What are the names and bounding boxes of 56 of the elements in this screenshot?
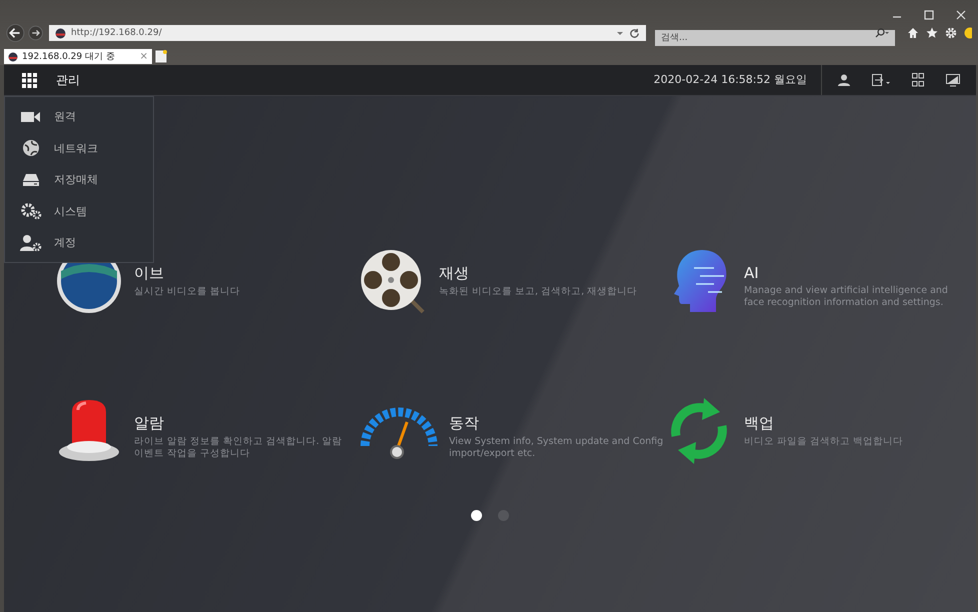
menu-item-label: 시스템 xyxy=(54,204,87,219)
globe-icon xyxy=(20,139,42,158)
refresh-icon[interactable] xyxy=(629,28,640,38)
tile-title[interactable]: 재생 xyxy=(439,264,469,283)
browser-tab[interactable]: 192.168.0.29 대기 중 × xyxy=(4,49,152,64)
new-tab-icon[interactable] xyxy=(155,50,167,63)
settings-icon[interactable] xyxy=(945,27,957,39)
tile-description: View System info, System update and Config import/export etc. xyxy=(449,436,664,460)
header-title[interactable]: 관리 xyxy=(56,72,80,88)
tab-close-button[interactable]: × xyxy=(140,51,148,62)
tile-description: 비디오 파일을 검색하고 백업합니다 xyxy=(744,436,904,448)
menu-item[interactable]: 원격 xyxy=(5,101,153,132)
tile-title[interactable]: 이브 xyxy=(134,264,164,283)
menu-item-label: 계정 xyxy=(54,235,76,250)
gears-icon xyxy=(20,202,42,220)
tile-title[interactable]: 동작 xyxy=(449,414,479,433)
caret-icon[interactable] xyxy=(616,29,624,37)
tile-title[interactable]: 알람 xyxy=(134,414,164,433)
tile-description: Manage and view artificial intelligence and face recognition information and settings. xyxy=(744,285,949,309)
address-bar[interactable]: http://192.168.0.29/ xyxy=(49,25,646,41)
video-camera-icon xyxy=(20,110,42,124)
star-icon[interactable] xyxy=(926,27,938,39)
menu-item-label: 저장매체 xyxy=(54,172,98,188)
menu-item[interactable]: 시스템 xyxy=(5,196,153,227)
grid-menu-icon[interactable] xyxy=(22,72,37,88)
page-dot[interactable] xyxy=(471,510,482,521)
url-text: http://192.168.0.29/ xyxy=(71,28,162,38)
qr-code-icon[interactable] xyxy=(912,73,924,87)
menu-item[interactable]: 계정 xyxy=(5,227,153,258)
home-icon[interactable] xyxy=(907,27,919,39)
tile-description: 녹화된 비디오를 보고, 검색하고, 재생합니다 xyxy=(439,286,638,298)
tile-title[interactable]: 백업 xyxy=(744,414,774,433)
globe-icon xyxy=(55,28,66,38)
monitor-icon[interactable] xyxy=(946,74,960,86)
menu-item-label: 원격 xyxy=(54,109,76,124)
menu-item-label: 네트워크 xyxy=(54,140,98,156)
tab-title: 192.168.0.29 대기 중 xyxy=(22,51,116,63)
back-icon[interactable] xyxy=(6,22,25,44)
user-gear-icon xyxy=(20,234,42,252)
page-dot[interactable] xyxy=(498,510,509,521)
maximize-icon[interactable] xyxy=(924,10,934,20)
smiley-icon[interactable] xyxy=(964,27,972,39)
user-icon[interactable] xyxy=(838,74,850,86)
close-icon[interactable] xyxy=(956,10,966,20)
tile-description: 라이브 알람 정보를 확인하고 검색합니다. 알람 이벤트 작업을 구성합니다 xyxy=(134,436,344,460)
search-icon[interactable] xyxy=(875,28,889,38)
forward-icon[interactable] xyxy=(28,24,43,42)
logout-icon[interactable] xyxy=(872,74,890,86)
globe-icon xyxy=(8,52,18,62)
tile-title[interactable]: AI xyxy=(744,264,759,282)
search-field[interactable]: 검색... xyxy=(655,30,895,46)
hard-drive-icon xyxy=(20,172,42,187)
menu-item[interactable]: 네트워크 xyxy=(5,132,153,164)
tile-description: 실시간 비디오를 봅니다 xyxy=(134,286,242,298)
menu-item[interactable]: 저장매체 xyxy=(5,164,153,196)
date-time: 2020-02-24 16:58:52 월요일 xyxy=(654,65,822,95)
